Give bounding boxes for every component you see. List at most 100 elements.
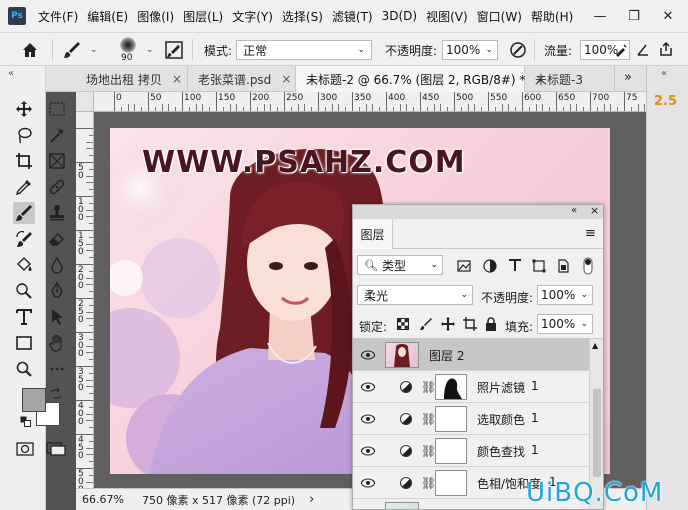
path-selection-tool-icon[interactable] — [46, 306, 68, 328]
tab-document-2[interactable]: 老张菜谱.psd × — [188, 66, 296, 92]
layers-panel-header[interactable]: « × — [353, 205, 603, 219]
menu-select[interactable]: 选择(S) — [282, 8, 323, 25]
layer-row[interactable]: ⛓︎ 选取颜色 1 — [353, 403, 589, 435]
rectangle-tool-icon[interactable] — [13, 332, 35, 354]
menu-type[interactable]: 文字(Y) — [232, 8, 273, 25]
mask-link-icon[interactable]: ⛓︎ — [421, 444, 436, 458]
airbrush-icon[interactable] — [614, 43, 628, 57]
screen-mode-icon[interactable] — [46, 442, 66, 456]
marquee-tool-icon[interactable] — [46, 98, 68, 120]
brush-size-chevron-icon[interactable]: ⌄ — [146, 45, 154, 55]
mask-link-icon[interactable]: ⛓︎ — [421, 412, 436, 426]
close-tab-icon[interactable]: × — [281, 72, 291, 86]
clone-stamp-tool-icon[interactable] — [46, 202, 68, 224]
visibility-eye-icon[interactable] — [361, 413, 375, 425]
mask-link-icon[interactable]: ⛓︎ — [421, 476, 436, 490]
pen-tool-icon[interactable] — [46, 280, 68, 302]
menu-image[interactable]: 图像(I) — [137, 8, 174, 25]
layer-mask-thumbnail[interactable] — [435, 406, 467, 432]
pressure-opacity-icon[interactable] — [508, 40, 528, 60]
ruler-origin[interactable] — [76, 92, 94, 112]
visibility-eye-icon[interactable] — [361, 445, 375, 457]
crop-tool-icon[interactable] — [13, 150, 35, 172]
horizontal-ruler[interactable]: 0 50 100 150 200 250 300 350 400 450 500 550 600 650 7… — [94, 92, 646, 112]
lasso-tool-icon[interactable] — [13, 124, 35, 146]
history-brush-tool-icon[interactable] — [13, 228, 35, 250]
brush-tool-icon[interactable] — [13, 202, 35, 224]
mask-link-icon[interactable]: ⛓︎ — [421, 380, 436, 394]
tab-layers[interactable]: 图层 — [353, 219, 393, 249]
layer-row[interactable]: ⛓︎ 照片滤镜 1 — [353, 371, 589, 403]
menu-window[interactable]: 窗口(W) — [477, 8, 522, 25]
blur-tool-icon[interactable] — [46, 254, 68, 276]
frame-tool-icon[interactable] — [46, 150, 68, 172]
menu-3d[interactable]: 3D(D) — [382, 9, 417, 23]
zoom-level[interactable]: 66.67% — [82, 493, 142, 506]
fill-input[interactable]: 100% ⌄ — [537, 314, 593, 334]
visibility-eye-icon[interactable] — [361, 381, 375, 393]
foreground-color-swatch[interactable] — [22, 388, 46, 412]
layer-mask-thumbnail[interactable] — [435, 470, 467, 496]
scroll-thumb[interactable] — [593, 389, 601, 477]
lock-position-icon[interactable] — [441, 317, 455, 331]
vertical-ruler[interactable]: 50 100 150 200 250 300 350 400 450 500 — [76, 112, 94, 488]
layer-row[interactable]: ⛓︎ 颜色查找 1 — [353, 435, 589, 467]
layer-mask-thumbnail[interactable] — [435, 438, 467, 464]
restore-button[interactable]: ❐ — [621, 0, 647, 32]
close-tab-icon[interactable]: × — [172, 72, 182, 86]
magic-wand-tool-icon[interactable] — [46, 124, 68, 146]
menu-layer[interactable]: 图层(L) — [183, 8, 223, 25]
filter-pixel-icon[interactable] — [457, 259, 471, 273]
lock-transparency-icon[interactable] — [397, 318, 409, 330]
home-icon[interactable] — [20, 40, 40, 60]
expand-dock-icon[interactable]: « — [661, 68, 667, 79]
menu-help[interactable]: 帮助(H) — [531, 8, 573, 25]
visibility-eye-icon[interactable] — [361, 477, 375, 489]
layer-opacity-input[interactable]: 100% ⌄ — [537, 285, 593, 305]
collapse-panel-icon[interactable]: « — [571, 205, 577, 216]
collapse-toolbar-icon[interactable]: « — [8, 68, 14, 79]
tab-document-4[interactable]: 未标题-3 — [525, 66, 615, 92]
brush-preset-chevron-icon[interactable]: ⌄ — [90, 45, 98, 55]
filter-smart-object-icon[interactable] — [556, 259, 570, 273]
lock-all-icon[interactable] — [485, 317, 497, 331]
blend-mode-select[interactable]: 柔光 ⌄ — [357, 285, 473, 305]
move-tool-icon[interactable] — [13, 98, 35, 120]
more-tools-icon[interactable] — [46, 358, 68, 380]
menu-file[interactable]: 文件(F) — [38, 8, 78, 25]
tab-document-active[interactable]: 未标题-2 @ 66.7% (图层 2, RGB/8#) * × — [296, 66, 545, 92]
layer-row-selected[interactable]: 图层 2 — [353, 339, 589, 371]
menu-filter[interactable]: 滤镜(T) — [332, 8, 373, 25]
angle-icon[interactable] — [636, 41, 650, 57]
mode-select[interactable]: 正常 ⌄ — [236, 40, 372, 60]
menu-edit[interactable]: 编辑(E) — [87, 8, 128, 25]
healing-brush-tool-icon[interactable] — [46, 176, 68, 198]
dodge-tool-icon[interactable] — [13, 280, 35, 302]
eraser-tool-icon[interactable] — [46, 228, 68, 250]
panel-menu-icon[interactable]: ≡ — [585, 226, 596, 241]
eyedropper-tool-icon[interactable] — [13, 176, 35, 198]
filter-toggle-icon[interactable] — [583, 257, 593, 275]
zoom-tool-icon[interactable] — [13, 358, 35, 380]
status-menu-icon[interactable]: › — [309, 492, 314, 507]
paint-bucket-tool-icon[interactable] — [13, 254, 35, 276]
lock-artboard-icon[interactable] — [463, 317, 477, 331]
swap-colors-icon[interactable] — [50, 387, 62, 400]
default-colors-icon[interactable] — [20, 416, 32, 428]
hand-tool-icon[interactable] — [46, 332, 68, 354]
close-window-button[interactable]: ✕ — [655, 0, 681, 32]
minimize-button[interactable]: — — [587, 0, 613, 32]
scroll-up-icon[interactable]: ▲ — [592, 341, 598, 350]
opacity-input[interactable]: 100% ⌄ — [442, 40, 498, 60]
quick-mask-icon[interactable] — [16, 442, 34, 456]
lock-pixels-icon[interactable] — [419, 317, 433, 331]
dock-indicator[interactable]: 2.5 — [654, 94, 677, 109]
brush-panel-toggle-icon[interactable] — [164, 40, 184, 60]
menu-view[interactable]: 视图(V) — [426, 8, 468, 25]
tab-overflow-icon[interactable]: » — [624, 70, 632, 85]
filter-adjustment-icon[interactable] — [483, 259, 497, 273]
filter-type-icon[interactable] — [508, 258, 522, 272]
close-panel-icon[interactable]: × — [590, 205, 599, 217]
visibility-eye-icon[interactable] — [361, 349, 375, 361]
filter-shape-icon[interactable] — [532, 259, 546, 273]
